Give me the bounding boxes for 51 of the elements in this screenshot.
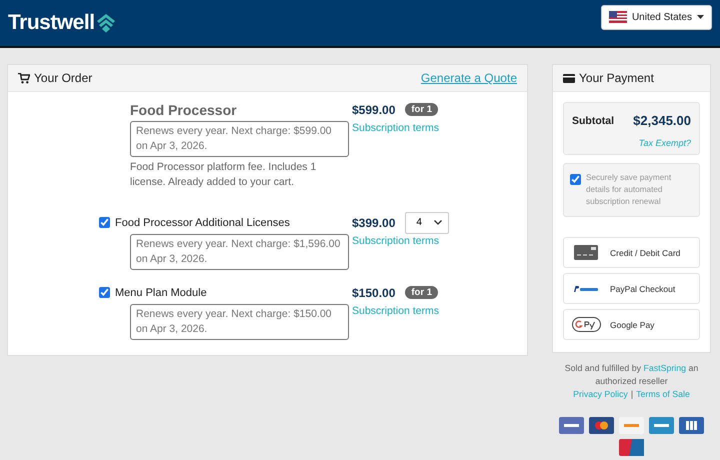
subscription-terms-link[interactable]: Subscription terms: [352, 235, 450, 247]
product-note: Food Processor platform fee. Includes 1 license. Already added to your cart.: [130, 160, 318, 190]
panel-title: Your Order: [34, 71, 92, 85]
panel-title: Your Payment: [579, 71, 654, 85]
product-name: Food Processor Additional Licenses: [115, 216, 290, 228]
subtotal-amount: $2,345.00: [633, 113, 691, 128]
chevron-logo-icon: [96, 13, 116, 33]
quantity-badge: for 1: [405, 286, 438, 299]
logo-text: Trustwell: [8, 11, 95, 35]
payment-card-logo-icon: [619, 417, 644, 434]
product-name: Menu Plan Module: [115, 286, 207, 298]
credit-card-icon: [563, 74, 575, 82]
payment-method-button[interactable]: PayPal Checkout: [563, 273, 700, 304]
paypal-logo-icon: [573, 284, 599, 292]
link-separator: |: [630, 388, 634, 401]
chevron-down-icon: [434, 220, 442, 225]
flag-icon: [608, 11, 627, 23]
price: $399.00: [352, 216, 396, 230]
save-details-label: Securely save payment details for automated subscription renewal: [586, 172, 672, 208]
price: $150.00: [352, 286, 396, 300]
payment-method-button[interactable]: Credit / Debit Card: [563, 237, 700, 268]
tax-exempt-link[interactable]: Tax Exempt?: [638, 138, 691, 148]
generate-quote-link[interactable]: Generate a Quote: [420, 71, 517, 85]
renewal-info-box: Renews every year. Next charge: $1,596.00 on Apr 3, 2026.: [130, 234, 349, 270]
google-pay-logo-icon: [572, 317, 600, 332]
quantity-badge: for 1: [405, 103, 438, 116]
credit-card-icon: [574, 245, 598, 260]
privacy-policy-link[interactable]: Privacy Policy: [573, 388, 628, 401]
item-checkbox[interactable]: [99, 217, 110, 228]
cart-icon: [18, 72, 30, 84]
payment-card-logo-icon: [649, 417, 674, 434]
save-details-checkbox[interactable]: [570, 174, 581, 185]
renewal-info-box: Renews every year. Next charge: $150.00 on Apr 3, 2026.: [130, 304, 349, 340]
subtotal-label: Subtotal: [572, 114, 614, 126]
payment-card-logo-icon: [619, 439, 644, 456]
caret-icon: [697, 15, 704, 19]
item-checkbox[interactable]: [99, 287, 110, 298]
reseller-note: Sold and fulfilled by FastSpring an authorized reseller: [564, 362, 700, 388]
payment-card-logo-icon: [679, 417, 704, 434]
country-selector[interactable]: United States: [600, 4, 712, 30]
payment-card-logo-icon: [559, 417, 584, 434]
quantity-select[interactable]: 4: [405, 212, 450, 234]
payment-card-logo-icon: [589, 417, 614, 434]
terms-of-sale-link[interactable]: Terms of Sale: [636, 388, 690, 401]
price: $599.00: [352, 102, 396, 116]
subscription-terms-link[interactable]: Subscription terms: [352, 122, 439, 134]
renewal-info-box: Renews every year. Next charge: $599.00 on Apr 3, 2026.: [130, 121, 349, 157]
fastspring-link[interactable]: FastSpring: [643, 363, 686, 373]
subscription-terms-link[interactable]: Subscription terms: [352, 305, 439, 317]
product-name: Food Processor: [130, 102, 237, 118]
payment-method-button[interactable]: Google Pay: [563, 309, 700, 340]
